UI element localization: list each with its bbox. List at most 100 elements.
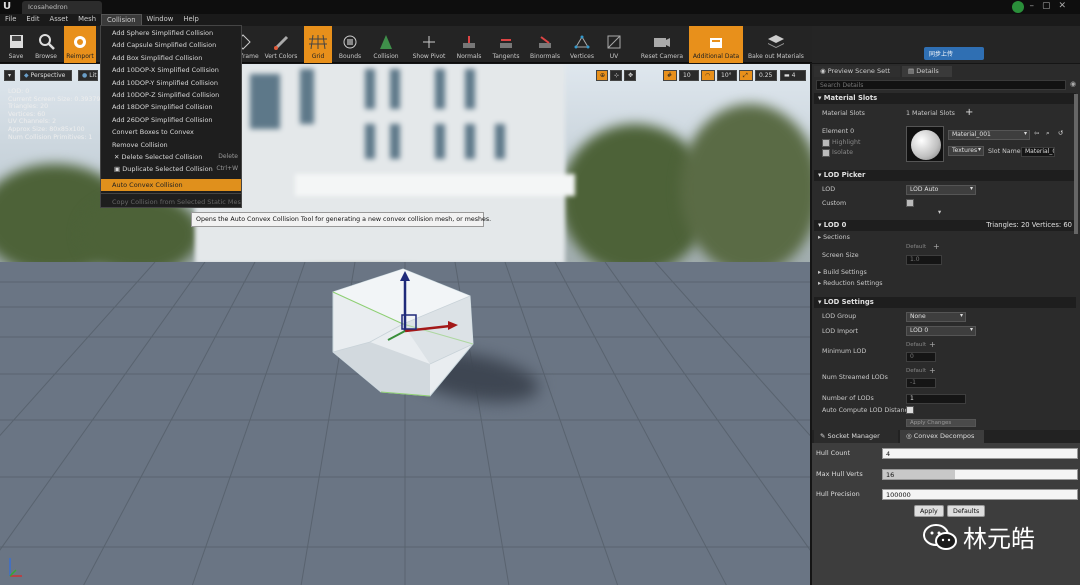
view-options-icon[interactable]: ◉	[1070, 80, 1078, 90]
section-lod0[interactable]: ▾ LOD 0 Triangles: 20 Vertices: 60	[814, 220, 1076, 231]
menu-add-sphere[interactable]: Add Sphere Simplified Collision	[101, 27, 241, 39]
tab-details[interactable]: ▤ Details	[902, 66, 952, 77]
menu-mesh[interactable]: Mesh	[73, 14, 101, 26]
tab-preview-scene[interactable]: ◉ Preview Scene Sett	[814, 66, 900, 77]
scale-snap-value[interactable]: 0.25	[755, 70, 777, 81]
menu-remove-collision[interactable]: Remove Collision	[101, 139, 241, 151]
slot-name-field[interactable]: Material_0	[1021, 147, 1055, 157]
auto-compute-checkbox[interactable]	[906, 406, 914, 414]
save-button[interactable]: Save	[2, 26, 30, 63]
vertices-button[interactable]: Vertices	[566, 26, 598, 63]
section-lod-picker[interactable]: ▾ LOD Picker	[814, 170, 1076, 181]
bake-materials-button[interactable]: Bake out Materials	[746, 26, 806, 63]
collision-button[interactable]: Collision	[367, 26, 405, 63]
rotation-snap-value[interactable]: 10°	[717, 70, 737, 81]
menu-add-10dop-x[interactable]: Add 10DOP-X Simplified Collision	[101, 64, 241, 76]
browse-magnifier-icon[interactable]: ⌕	[1046, 130, 1050, 138]
reimport-button[interactable]: Reimport	[64, 26, 96, 63]
menu-file[interactable]: File	[0, 14, 21, 26]
section-lod-settings[interactable]: ▾ LOD Settings	[814, 297, 1076, 308]
menu-convert-boxes[interactable]: Convert Boxes to Convex	[101, 126, 241, 138]
use-arrow-icon[interactable]: ⇦	[1034, 130, 1039, 137]
defaults-button[interactable]: Defaults	[947, 505, 986, 517]
sections-row[interactable]: ▸ Sections	[818, 234, 850, 241]
tab-convex-decomposition[interactable]: ◎ Convex Decompos	[900, 430, 984, 443]
details-scrollbar[interactable]	[1074, 94, 1078, 234]
num-lods-field[interactable]: 1	[906, 394, 966, 404]
menu-asset[interactable]: Asset	[45, 14, 74, 26]
min-lod-field[interactable]: 0	[906, 352, 936, 362]
custom-checkbox[interactable]	[906, 199, 914, 207]
add-plus-icon[interactable]: +	[965, 107, 973, 118]
world-local-icon[interactable]: ⊕	[596, 70, 608, 81]
section-material-slots[interactable]: ▾ Material Slots	[814, 93, 1076, 104]
viewport-options-button[interactable]: ▾	[4, 70, 16, 81]
menu-copy-collision[interactable]: Copy Collision from Selected Static Mesh	[101, 196, 241, 208]
add-screen-size-icon[interactable]: +	[933, 242, 940, 251]
window-controls[interactable]: –▢✕	[1029, 1, 1074, 11]
menu-auto-convex[interactable]: Auto Convex Collision	[101, 178, 241, 192]
apply-changes-button[interactable]: Apply Changes	[906, 419, 976, 427]
reset-camera-button[interactable]: Reset Camera	[638, 26, 686, 63]
vert-colors-button[interactable]: Vert Colors	[262, 26, 300, 63]
menu-add-box[interactable]: Add Box Simplified Collision	[101, 52, 241, 64]
material-dropdown[interactable]: Material_001	[948, 130, 1030, 140]
reduction-settings-row[interactable]: ▸ Reduction Settings	[818, 280, 882, 287]
add-streamed-icon[interactable]: +	[929, 366, 936, 375]
show-pivot-button[interactable]: Show Pivot	[408, 26, 450, 63]
build-settings-row[interactable]: ▸ Build Settings	[818, 269, 867, 276]
unreal-logo-icon[interactable]: U	[3, 1, 11, 12]
grid-snap-value[interactable]: 10	[679, 70, 699, 81]
max-hull-slider[interactable]: 16	[882, 469, 1078, 480]
rotation-snap-icon[interactable]: ◠	[701, 70, 715, 81]
scale-snap-icon[interactable]: ⤢	[739, 70, 753, 81]
transform-gizmo[interactable]	[370, 269, 470, 364]
menu-add-10dop-z[interactable]: Add 10DOP-Z Simplified Collision	[101, 89, 241, 101]
menu-add-capsule[interactable]: Add Capsule Simplified Collision	[101, 39, 241, 51]
lod-import-dropdown[interactable]: LOD 0	[906, 326, 976, 336]
additional-data-button[interactable]: Additional Data	[689, 26, 743, 63]
lod-dropdown[interactable]: LOD Auto	[906, 185, 976, 195]
menu-add-26dop[interactable]: Add 26DOP Simplified Collision	[101, 114, 241, 126]
screen-size-field[interactable]: 1.0	[906, 255, 942, 265]
perspective-button[interactable]: ◆ Perspective	[20, 70, 72, 81]
reset-arrow-icon[interactable]: ↺	[1058, 130, 1063, 137]
material-thumbnail[interactable]	[906, 126, 944, 162]
hull-precision-label: Hull Precision	[816, 490, 860, 498]
surface-snap-icon[interactable]: ⊹	[610, 70, 622, 81]
watermark-text: 林元皓	[963, 525, 1035, 553]
normals-button[interactable]: Normals	[452, 26, 486, 63]
move-icon[interactable]: ✥	[624, 70, 636, 81]
lit-button[interactable]: ● Lit	[78, 70, 98, 81]
grid-snap-icon[interactable]: #	[663, 70, 677, 81]
search-details-input[interactable]: Search Details	[816, 80, 1066, 90]
lod-group-dropdown[interactable]: None	[906, 312, 966, 322]
background-building	[195, 64, 575, 264]
hull-count-slider[interactable]: 4	[882, 448, 1078, 459]
bounds-button[interactable]: Bounds	[335, 26, 365, 63]
add-min-lod-icon[interactable]: +	[929, 340, 936, 349]
tangents-button[interactable]: Tangents	[488, 26, 524, 63]
source-control-icon[interactable]	[1012, 1, 1024, 13]
camera-speed-button[interactable]: ▬ 4	[780, 70, 806, 81]
expand-arrow-icon[interactable]: ▾	[938, 209, 941, 216]
uv-button[interactable]: UV	[600, 26, 628, 63]
isolate-checkbox[interactable]	[822, 149, 830, 157]
grid-button[interactable]: Grid	[304, 26, 332, 63]
menu-add-10dop-y[interactable]: Add 10DOP-Y Simplified Collision	[101, 77, 241, 89]
asset-tab[interactable]: Icosahedron	[22, 1, 102, 14]
sync-upload-button[interactable]: 同步上传	[924, 47, 984, 60]
convex-decomposition-panel: ✎ Socket Manager ◎ Convex Decompos Hull …	[812, 430, 1080, 585]
num-streamed-field[interactable]: -1	[906, 378, 936, 388]
menu-add-18dop[interactable]: Add 18DOP Simplified Collision	[101, 101, 241, 113]
tab-socket-manager[interactable]: ✎ Socket Manager	[814, 430, 898, 443]
menu-delete-selected[interactable]: ✕ Delete Selected Collision Delete	[101, 151, 241, 163]
textures-dropdown[interactable]: Textures	[948, 146, 984, 156]
menu-duplicate-selected[interactable]: ▣ Duplicate Selected Collision Ctrl+W	[101, 163, 241, 175]
menu-edit[interactable]: Edit	[21, 14, 44, 26]
apply-button[interactable]: Apply	[914, 505, 944, 517]
browse-button[interactable]: Browse	[31, 26, 61, 63]
hull-precision-slider[interactable]: 100000	[882, 489, 1078, 500]
binormals-button[interactable]: Binormals	[526, 26, 564, 63]
highlight-checkbox[interactable]	[822, 139, 830, 147]
